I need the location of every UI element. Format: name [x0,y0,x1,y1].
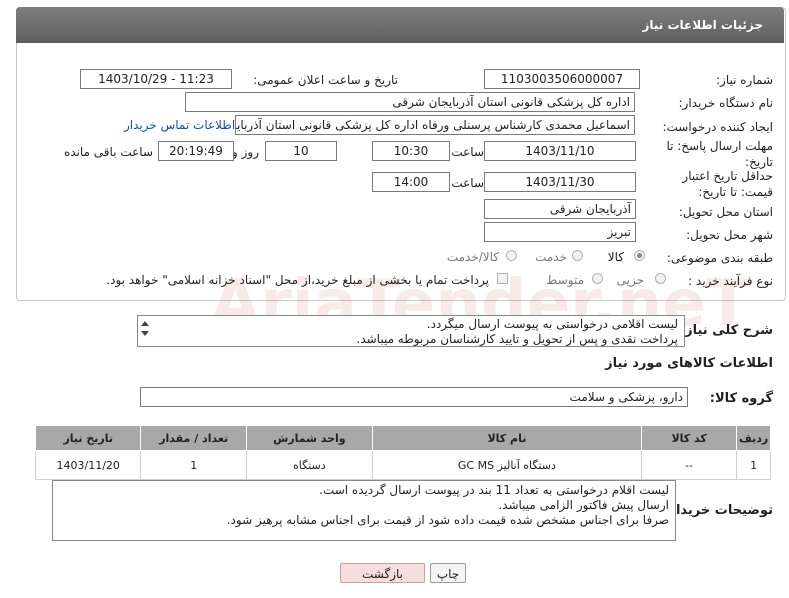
table-row: 1 -- دستگاه آنالیز GC MS دستگاه 1 1403/1… [34,450,771,480]
delivery-province-label: استان محل تحویل: [678,205,773,219]
cell-need-date: 1403/11/20 [34,450,142,480]
hours-remaining-label: ساعت باقی مانده [63,145,153,159]
general-description-line-1: لیست اقلامی درخواستی به پیوست ارسال میگر… [426,317,678,331]
cell-row-number: 1 [736,450,771,480]
cell-unit: دستگاه [245,450,373,480]
buyer-notes-box[interactable]: لیست اقلام درخواستی به تعداد 11 بند در پ… [52,480,676,541]
cell-item-code: -- [641,450,738,480]
col-header-quantity: تعداد / مقدار [140,425,247,451]
reply-time-field: 10:30 [372,141,450,161]
buyer-notes-line-3: صرفا برای اجناس مشخص شده قیمت داده شود ا… [226,513,669,527]
process-type-label: نوع فرآیند خرید : [688,274,773,288]
goods-table: ردیف کد کالا نام کالا واحد شمارش تعداد /… [34,425,771,480]
print-button[interactable]: چاپ [430,563,466,583]
category-option-goods-service: کالا/خدمت [446,250,499,264]
col-header-item-name: نام کالا [371,425,643,451]
buyer-org-label: نام دستگاه خریدار: [678,96,774,110]
process-radio-minor[interactable] [655,273,666,284]
requester-label: ایجاد کننده درخواست: [662,120,773,134]
process-radio-medium[interactable] [592,273,603,284]
treasury-payment-checkbox[interactable] [497,273,508,284]
col-header-row-number: ردیف [736,425,771,451]
delivery-city-label: شهر محل تحویل: [686,228,773,242]
reply-time-label: ساعت [451,145,484,159]
buyer-notes-line-2: ارسال پیش فاکتور الزامی میباشد. [498,498,669,512]
need-number-field: 1103003506000007 [484,69,640,89]
goods-info-header: اطلاعات کالاهای مورد نیاز [605,356,773,371]
buyer-notes-label: توضیحات خریدار: [663,503,773,518]
category-radio-service[interactable] [572,250,583,261]
validity-date-field: 1403/11/30 [484,172,636,192]
goods-group-label: گروه کالا: [709,391,773,406]
category-option-goods: کالا [607,250,624,264]
back-button[interactable]: بازگشت [340,563,425,583]
validity-time-label: ساعت [451,176,484,190]
announce-datetime-field: 1403/10/29 - 11:23 [80,69,232,89]
validity-time-field: 14:00 [372,172,450,192]
buyer-contact-link[interactable]: اطلاعات تماس خریدار [124,118,235,132]
buyer-notes-line-1: لیست اقلام درخواستی به تعداد 11 بند در پ… [319,483,669,497]
reply-deadline-label: مهلت ارسال پاسخ: تا تاریخ: [666,139,773,169]
general-description-label: شرح کلی نیاز: [679,323,773,338]
general-description-line-2: پرداخت نقدی و پس از تحویل و تایید کارشنا… [356,332,679,346]
goods-group-field: دارو، پزشکی و سلامت [140,387,688,407]
buyer-org-field: اداره کل پزشکی قانونی استان آذربایجان شر… [185,92,635,112]
delivery-city-field: تبریز [484,222,636,242]
price-validity-label: حداقل تاریخ اعتبار قیمت: تا تاریخ: [682,169,773,199]
treasury-payment-note: پرداخت تمام یا بخشی از مبلغ خرید،از محل … [106,273,489,287]
delivery-province-field: آذربایجان شرقی [484,199,636,219]
category-label: طبقه بندی موضوعی: [666,251,773,265]
process-option-minor: جزیی [616,273,644,287]
category-option-service: خدمت [535,250,567,264]
category-radio-goods[interactable] [634,250,645,261]
panel-title: جزئیات اطلاعات نیاز [642,18,763,32]
reply-date-field: 1403/11/10 [484,141,636,161]
announce-datetime-label: تاریخ و ساعت اعلان عمومی: [253,73,398,87]
requester-field: اسماعیل محمدی کارشناس پرسنلی ورفاه اداره… [235,115,635,135]
table-header-row: ردیف کد کالا نام کالا واحد شمارش تعداد /… [34,425,771,451]
cell-quantity: 1 [140,450,247,480]
need-number-label: شماره نیاز: [716,73,773,87]
scroll-arrows-icon[interactable] [138,318,152,340]
col-header-item-code: کد کالا [641,425,738,451]
category-radio-goods-service[interactable] [506,250,517,261]
remaining-time-field: 20:19:49 [158,141,234,161]
col-header-need-date: تاریخ نیاز [34,425,142,451]
reply-days-field: 10 [265,141,337,161]
cell-item-name: دستگاه آنالیز GC MS [371,450,643,480]
col-header-unit: واحد شمارش [245,425,373,451]
day-and-label: روز و [232,145,259,159]
general-description-box[interactable]: لیست اقلامی درخواستی به پیوست ارسال میگر… [137,315,685,347]
process-option-medium: متوسط [546,273,584,287]
